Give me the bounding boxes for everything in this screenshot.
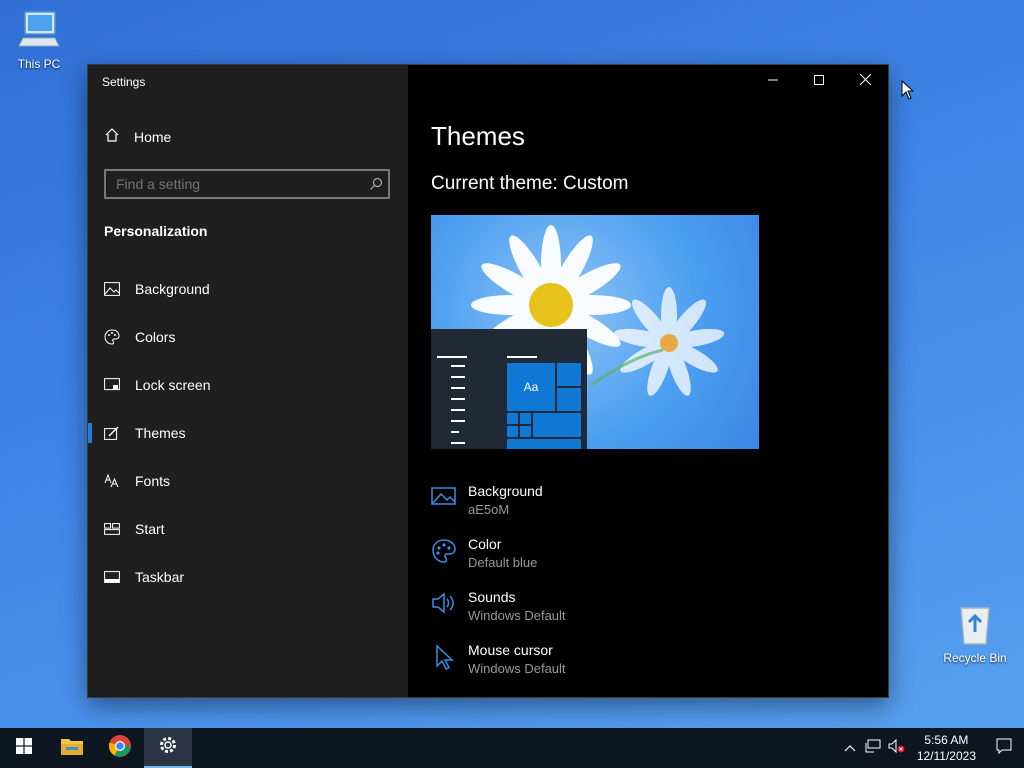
current-theme-heading: Current theme: Custom: [431, 173, 629, 194]
property-label: Sounds: [468, 589, 516, 605]
home-nav-item[interactable]: Home: [104, 127, 171, 146]
show-hidden-icons-button[interactable]: [839, 728, 861, 768]
chrome-button[interactable]: [96, 728, 144, 768]
desktop-icon-label: Recycle Bin: [943, 651, 1007, 665]
window-title: Settings: [102, 75, 146, 89]
file-explorer-button[interactable]: [48, 728, 96, 768]
property-value: Default blue: [468, 555, 538, 570]
maximize-button[interactable]: [796, 65, 842, 97]
network-icon: [865, 739, 881, 758]
lock-screen-icon: [104, 377, 120, 393]
sidebar-item-taskbar[interactable]: Taskbar: [88, 553, 408, 601]
close-button[interactable]: [842, 65, 888, 97]
chevron-up-icon: [844, 739, 856, 757]
search-icon[interactable]: [364, 177, 388, 191]
preview-tile-label: Aa: [507, 363, 555, 411]
palette-icon: [104, 329, 120, 345]
property-label: Color: [468, 536, 502, 552]
home-icon: [104, 127, 120, 146]
start-icon: [104, 521, 120, 537]
search-box[interactable]: [104, 169, 390, 199]
volume-muted-icon: [888, 738, 906, 758]
maximize-icon: [814, 72, 824, 90]
theme-property-background[interactable]: Background aE5oM: [431, 483, 751, 536]
chrome-icon: [108, 734, 132, 763]
sidebar-item-label: Lock screen: [135, 377, 211, 393]
gear-icon: [158, 735, 178, 760]
recycle-bin-icon: [940, 602, 1010, 649]
notification-icon: [996, 738, 1012, 759]
taskbar-icon: [104, 569, 120, 585]
mouse-pointer-icon: [901, 79, 915, 105]
sidebar-item-fonts[interactable]: Fonts: [88, 457, 408, 505]
sidebar-item-label: Fonts: [135, 473, 171, 489]
property-value: aE5oM: [468, 502, 510, 517]
close-icon: [859, 72, 871, 90]
action-center-button[interactable]: [984, 728, 1024, 768]
sidebar-item-themes[interactable]: Themes: [88, 409, 408, 457]
property-value: Windows Default: [468, 661, 566, 676]
desktop-icon-label: This PC: [17, 57, 61, 71]
window-controls: [750, 65, 888, 97]
theme-property-sounds[interactable]: Sounds Windows Default: [431, 589, 751, 642]
theme-property-color[interactable]: Color Default blue: [431, 536, 751, 589]
clock-time: 5:56 AM: [924, 733, 969, 747]
palette-icon: [431, 538, 457, 564]
fonts-icon: [104, 473, 120, 489]
cursor-icon: [431, 644, 457, 671]
property-value: Windows Default: [468, 608, 566, 623]
start-menu-preview: Aa: [431, 329, 587, 449]
windows-logo-icon: [16, 737, 32, 759]
page-title: Themes: [431, 121, 525, 151]
start-button[interactable]: [0, 728, 48, 768]
settings-window: Settings Home Personalization Background: [88, 65, 888, 697]
home-label: Home: [134, 128, 172, 145]
volume-button[interactable]: [885, 728, 909, 768]
themes-icon: [104, 425, 120, 441]
sidebar-item-label: Start: [135, 521, 165, 537]
folder-icon: [60, 736, 84, 761]
sidebar-item-label: Colors: [135, 329, 176, 345]
sidebar-item-label: Background: [135, 281, 210, 297]
theme-properties: Background aE5oM Color Default blue Soun…: [431, 483, 751, 695]
property-label: Background: [468, 483, 543, 499]
taskbar: 5:56 AM 12/11/2023: [0, 728, 1024, 768]
sidebar-item-label: Taskbar: [135, 569, 185, 585]
sidebar-item-background[interactable]: Background: [88, 265, 408, 313]
clock[interactable]: 5:56 AM 12/11/2023: [909, 732, 984, 764]
theme-property-mouse-cursor[interactable]: Mouse cursor Windows Default: [431, 642, 751, 695]
sidebar-item-start[interactable]: Start: [88, 505, 408, 553]
settings-taskbar-button[interactable]: [144, 728, 192, 768]
sidebar-item-colors[interactable]: Colors: [88, 313, 408, 361]
system-tray: 5:56 AM 12/11/2023: [839, 728, 1024, 768]
speaker-icon: [431, 591, 457, 617]
sidebar-item-label: Themes: [135, 425, 186, 441]
clock-date: 12/11/2023: [916, 749, 976, 763]
network-button[interactable]: [861, 728, 885, 768]
sidebar: Settings Home Personalization Background: [88, 65, 408, 697]
image-icon: [104, 281, 120, 297]
image-icon: [431, 485, 457, 511]
desktop-icon-this-pc[interactable]: This PC: [4, 8, 74, 71]
section-title: Personalization: [104, 223, 208, 239]
computer-icon: [4, 8, 74, 55]
search-input[interactable]: [106, 175, 364, 193]
sidebar-item-lock-screen[interactable]: Lock screen: [88, 361, 408, 409]
minimize-icon: [768, 72, 778, 90]
theme-preview: Aa: [431, 215, 759, 449]
property-label: Mouse cursor: [468, 642, 553, 658]
sidebar-nav: Background Colors Lock screen Themes Fon…: [88, 265, 408, 601]
desktop-icon-recycle-bin[interactable]: Recycle Bin: [940, 602, 1010, 665]
minimize-button[interactable]: [750, 65, 796, 97]
